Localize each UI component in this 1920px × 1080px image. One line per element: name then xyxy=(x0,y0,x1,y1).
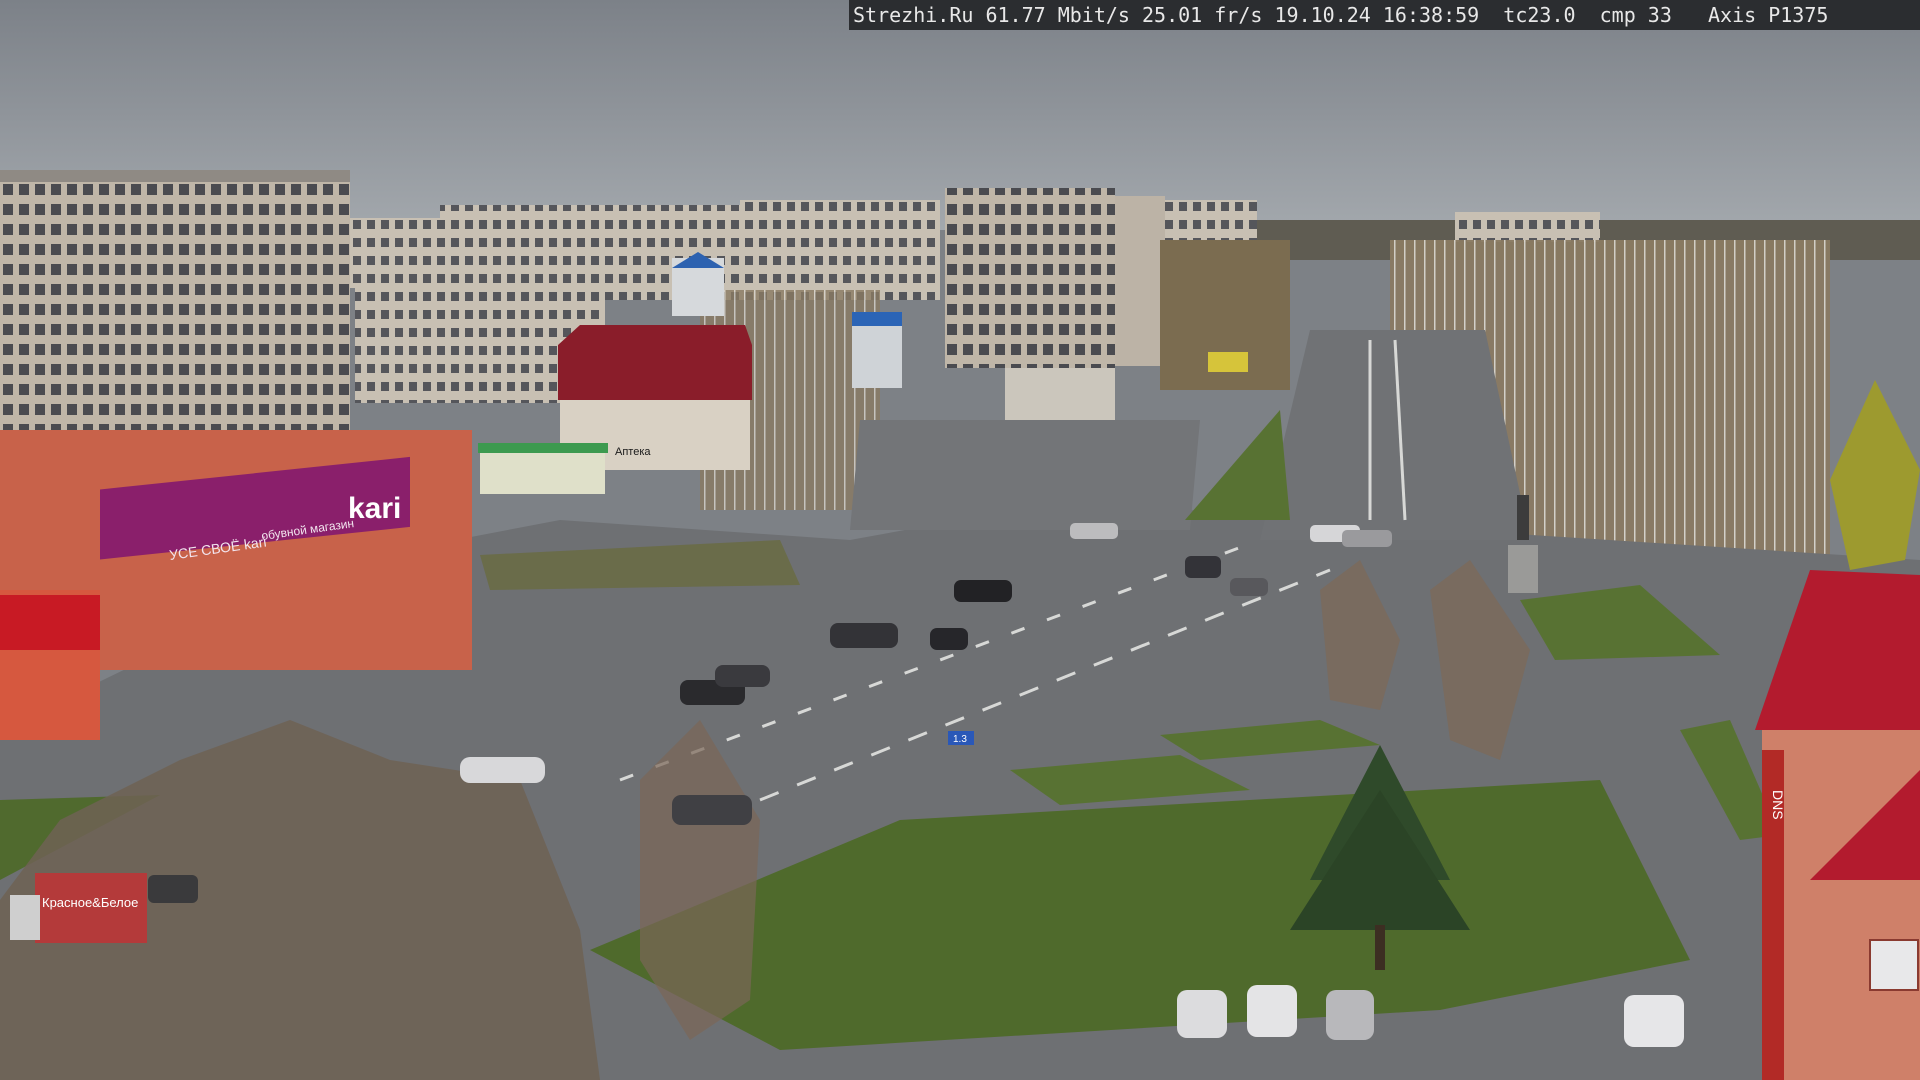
osd-bitrate: 61.77 Mbit/s xyxy=(985,3,1130,27)
pharmacy-sign: Аптека xyxy=(615,446,651,458)
monument-pedestal xyxy=(1508,545,1538,593)
kiosk-roof xyxy=(478,443,608,453)
osd-camera-model: Axis P1375 xyxy=(1708,3,1829,27)
truck-brand: Красное&Белое xyxy=(42,895,138,910)
blue-roof-2 xyxy=(852,312,902,326)
osd-date: 19.10.24 xyxy=(1274,3,1371,27)
red-awning xyxy=(0,595,100,650)
camera-osd-overlay: Strezhi.Ru 61.77 Mbit/s 25.01 fr/s 19.10… xyxy=(849,0,1920,30)
pharmacy-kiosk xyxy=(480,448,605,494)
osd-framerate: 25.01 fr/s xyxy=(1142,3,1263,27)
yellow-birch xyxy=(1830,380,1920,570)
osd-tc: tc23.0 xyxy=(1503,3,1576,27)
upper-plaza xyxy=(850,420,1200,530)
kari-logo: kari xyxy=(348,492,401,525)
osd-time: 16:38:59 xyxy=(1382,3,1480,27)
tower-side-sign: DNS xyxy=(1770,790,1786,820)
osd-cmp: cmp 33 xyxy=(1599,3,1672,27)
red-roof xyxy=(558,325,752,400)
road-sign-text: 1.3 xyxy=(953,734,967,745)
osd-site: Strezhi.Ru xyxy=(853,3,974,27)
billboard xyxy=(1208,352,1248,372)
webcam-scene: kari УСЕ СВОЁ kari обувной магазин Аптек… xyxy=(0,0,1920,1080)
roof-edge xyxy=(0,170,350,182)
memorial-building xyxy=(1005,368,1115,420)
lawn-avenue xyxy=(1185,410,1290,520)
monument-statue xyxy=(1517,495,1529,540)
blue-building-right xyxy=(852,318,902,388)
